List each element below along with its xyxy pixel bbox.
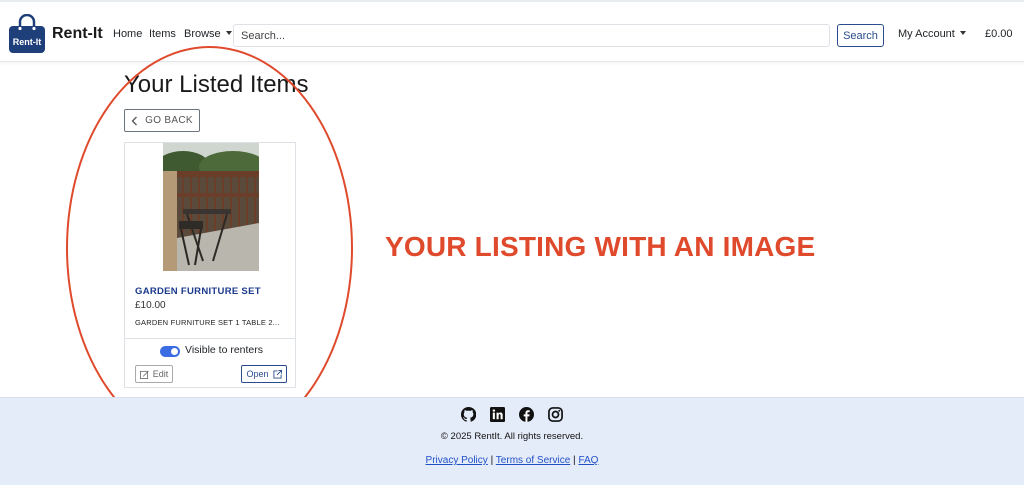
annotation-text: YOUR LISTING WITH AN IMAGE	[385, 231, 816, 262]
svg-text:Rent-It: Rent-It	[13, 37, 42, 47]
edit-button[interactable]: Edit	[135, 365, 173, 383]
link-separator: |	[490, 455, 494, 466]
linkedin-icon[interactable]	[490, 407, 505, 422]
chevron-left-icon	[131, 116, 138, 125]
instagram-icon[interactable]	[548, 407, 563, 422]
footer: © 2025 RentIt. All rights reserved. Priv…	[0, 397, 1024, 485]
github-icon[interactable]	[460, 406, 477, 422]
nav-browse-label: Browse	[184, 28, 221, 40]
navbar: Rent-It Rent-It Home Items Browse Search…	[0, 0, 1024, 62]
search-input[interactable]	[233, 24, 830, 47]
open-label: Open	[246, 369, 269, 379]
nav-home[interactable]: Home	[113, 28, 142, 40]
privacy-policy-link[interactable]: Privacy Policy	[426, 455, 488, 466]
visibility-label: Visible to renters	[185, 344, 264, 356]
facebook-icon[interactable]	[519, 407, 534, 422]
social-links	[460, 406, 563, 422]
terms-of-service-link[interactable]: Terms of Service	[496, 455, 570, 466]
edit-label: Edit	[152, 369, 169, 379]
faq-link[interactable]: FAQ	[578, 455, 598, 466]
footer-links: Privacy Policy | Terms of Service | FAQ	[0, 455, 1024, 466]
listing-card: GARDEN FURNITURE SET £10.00 GARDEN FURNI…	[124, 142, 296, 388]
link-separator: |	[573, 455, 576, 466]
brand-name[interactable]: Rent-It	[52, 25, 103, 43]
listing-description: GARDEN FURNITURE SET 1 TABLE 2...	[135, 318, 280, 327]
listing-title[interactable]: GARDEN FURNITURE SET	[135, 286, 261, 297]
card-divider	[125, 338, 295, 339]
open-button[interactable]: Open	[241, 365, 287, 383]
chevron-down-icon	[959, 31, 966, 35]
search-button[interactable]: Search	[837, 24, 884, 47]
my-account-dropdown[interactable]: My Account	[898, 28, 966, 40]
listing-price: £10.00	[135, 300, 166, 311]
visibility-toggle[interactable]	[160, 346, 180, 357]
edit-icon	[139, 370, 149, 379]
nav-items[interactable]: Items	[149, 28, 176, 40]
go-back-button[interactable]: GO BACK	[124, 109, 200, 132]
chevron-down-icon	[225, 31, 232, 35]
cart-total[interactable]: £0.00	[985, 28, 1013, 40]
nav-browse-dropdown[interactable]: Browse	[184, 28, 232, 40]
shopping-bag-logo-icon[interactable]: Rent-It	[8, 14, 46, 54]
page-title: Your Listed Items	[124, 71, 309, 98]
go-back-label: GO BACK	[145, 115, 193, 126]
copyright-text: © 2025 RentIt. All rights reserved.	[440, 431, 584, 442]
external-link-icon	[272, 369, 282, 379]
my-account-label: My Account	[898, 28, 955, 40]
listing-image[interactable]	[163, 143, 259, 271]
